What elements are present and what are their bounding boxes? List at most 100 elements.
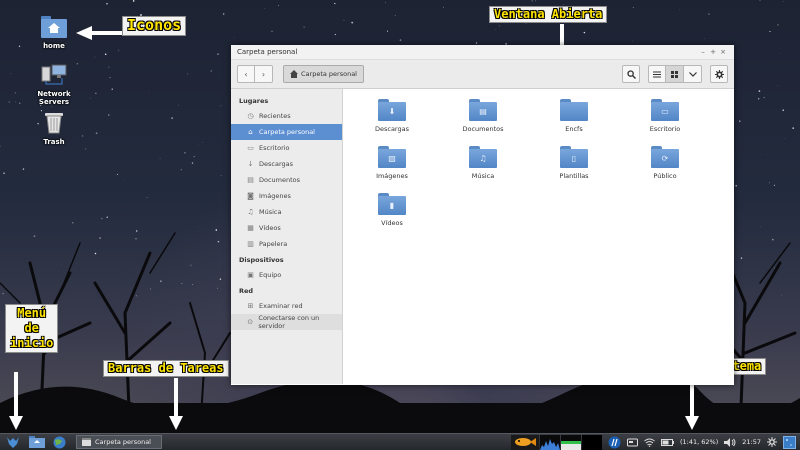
- star: [774, 267, 775, 269]
- star: [271, 30, 273, 33]
- star: [22, 168, 25, 170]
- clock-icon: ◷: [247, 112, 254, 120]
- desktop-icon-trash[interactable]: Trash: [22, 110, 86, 146]
- folder-icon: [29, 436, 45, 448]
- file-item[interactable]: ▯ Plantillas: [539, 146, 609, 180]
- star: [191, 162, 194, 164]
- desktop-icon-network-servers[interactable]: Network Servers: [22, 64, 86, 106]
- star: [2, 292, 4, 295]
- places-sidebar: Lugares ◷ Recientes ⌂ Carpeta personal ▭ Escri…: [231, 89, 343, 384]
- file-item[interactable]: ⟳ Público: [630, 146, 700, 180]
- sidebar-item-descargas[interactable]: ↓ Descargas: [231, 156, 342, 172]
- search-button[interactable]: [622, 65, 640, 83]
- sidebar-item-musica[interactable]: ♫ Música: [231, 204, 342, 220]
- server-icon: ⊙: [247, 318, 254, 326]
- view-options-button[interactable]: [684, 65, 702, 83]
- file-item-label: Descargas: [374, 125, 409, 133]
- star: [187, 73, 189, 75]
- star: [704, 38, 705, 40]
- document-icon: ▤: [247, 176, 254, 184]
- sidebar-item-label: Conectarse con un servidor: [258, 314, 320, 330]
- battery-status[interactable]: (1:41, 62%): [680, 438, 718, 446]
- forward-button[interactable]: ›: [255, 65, 273, 83]
- back-button[interactable]: ‹: [237, 65, 255, 83]
- star: [386, 30, 389, 32]
- show-desktop-icon[interactable]: [783, 435, 796, 449]
- search-icon: [626, 69, 636, 79]
- sidebar-item-videos[interactable]: ▦ Vídeos: [231, 220, 342, 236]
- sidebar-item-carpeta-personal[interactable]: ⌂ Carpeta personal: [231, 124, 342, 140]
- list-view-button[interactable]: [648, 65, 666, 83]
- sidebar-item-label: Examinar red: [259, 302, 303, 310]
- chevron-left-icon: ‹: [244, 69, 248, 79]
- launcher-browser[interactable]: [48, 435, 70, 450]
- network-monitor-icon[interactable]: [582, 434, 603, 450]
- star: [106, 3, 108, 5]
- chevron-right-icon: ›: [261, 69, 266, 79]
- volume-icon[interactable]: [724, 437, 736, 447]
- star: [106, 216, 108, 218]
- sidebar-item-escritorio[interactable]: ▭ Escritorio: [231, 140, 342, 156]
- sidebar-item-equipo[interactable]: ▣ Equipo: [231, 267, 342, 283]
- star: [771, 238, 774, 241]
- star: [146, 196, 148, 198]
- sidebar-item-conectarse-con-un-servidor[interactable]: ⊙ Conectarse con un servidor: [231, 314, 342, 330]
- desktop-icon-label: home: [43, 42, 65, 50]
- sidebar-heading: Red: [239, 287, 254, 295]
- taskbar-window-button[interactable]: Carpeta personal: [76, 435, 162, 449]
- hp-printer-icon[interactable]: [608, 436, 621, 449]
- file-item[interactable]: ⬇ Descargas: [357, 99, 427, 133]
- sidebar-item-papelera[interactable]: ▥ Papelera: [231, 236, 342, 252]
- maximize-button[interactable]: +: [708, 48, 718, 56]
- drive-icon[interactable]: [627, 438, 639, 447]
- star: [111, 88, 113, 90]
- minimize-button[interactable]: –: [698, 48, 708, 56]
- star: [89, 98, 91, 99]
- home-icon: [290, 70, 298, 78]
- settings-icon[interactable]: [767, 437, 777, 447]
- file-item[interactable]: ♫ Música: [448, 146, 518, 180]
- close-button[interactable]: ×: [718, 48, 728, 56]
- window-title: Carpeta personal: [237, 48, 298, 56]
- star: [197, 226, 198, 227]
- sidebar-item-label: Documentos: [259, 176, 301, 184]
- file-item[interactable]: ▤ Documentos: [448, 99, 518, 133]
- desktop-folder-icon: ▭: [651, 99, 679, 121]
- file-item[interactable]: ▮ Vídeos: [357, 193, 427, 227]
- star: [763, 96, 765, 99]
- grid-view-button[interactable]: [666, 65, 684, 83]
- browser-icon: [53, 436, 65, 448]
- start-menu-button[interactable]: [0, 435, 26, 450]
- file-item[interactable]: ▭ Escritorio: [630, 99, 700, 133]
- launcher-home-folder[interactable]: [26, 435, 48, 450]
- battery-icon[interactable]: [661, 438, 675, 446]
- file-manager-window: Carpeta personal – + × ‹ › Carpeta perso…: [231, 45, 734, 385]
- star: [61, 264, 62, 265]
- sidebar-item-examinar-red[interactable]: ⊞ Examinar red: [231, 298, 342, 314]
- memory-monitor-icon[interactable]: [561, 434, 582, 450]
- videos-folder-icon: ▮: [378, 193, 406, 215]
- star: [583, 31, 586, 34]
- star: [108, 114, 110, 116]
- desktop-icon-home[interactable]: home: [22, 16, 86, 50]
- fish-applet[interactable]: [511, 434, 540, 450]
- star: [220, 105, 222, 107]
- star: [135, 295, 137, 297]
- sidebar-item-recientes[interactable]: ◷ Recientes: [231, 108, 342, 124]
- breadcrumb[interactable]: Carpeta personal: [283, 65, 364, 83]
- star: [278, 5, 279, 6]
- settings-button[interactable]: [710, 65, 728, 83]
- sidebar-item-imagenes[interactable]: ◙ Imágenes: [231, 188, 342, 204]
- clock[interactable]: 21:57: [742, 438, 761, 446]
- window-toolbar: ‹ › Carpeta personal: [231, 60, 734, 89]
- callout-menu-line: de: [24, 321, 39, 335]
- file-item[interactable]: Encfs: [539, 99, 609, 133]
- sidebar-item-label: Recientes: [259, 112, 291, 120]
- cpu-monitor-icon[interactable]: [540, 434, 561, 450]
- star: [192, 284, 193, 285]
- wifi-icon[interactable]: [644, 438, 655, 447]
- sidebar-item-documentos[interactable]: ▤ Documentos: [231, 172, 342, 188]
- window-titlebar[interactable]: Carpeta personal – + ×: [231, 45, 734, 60]
- file-item[interactable]: ▧ Imágenes: [357, 146, 427, 180]
- trash-icon: ▥: [247, 240, 254, 248]
